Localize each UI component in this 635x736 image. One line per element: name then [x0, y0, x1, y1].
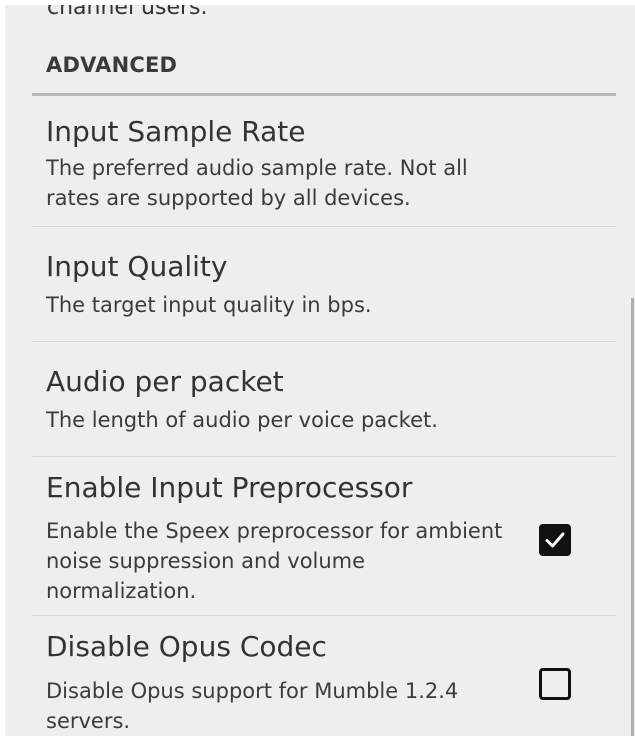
pref-summary: The length of audio per voice packet. — [46, 408, 438, 432]
pref-audio-per-packet[interactable]: Audio per packet The length of audio per… — [5, 342, 635, 456]
pref-title: Audio per packet — [46, 365, 284, 398]
settings-screen: channel users. ADVANCED Input Sample Rat… — [5, 5, 635, 736]
pref-summary: The target input quality in bps. — [46, 293, 372, 317]
pref-title: Disable Opus Codec — [46, 630, 327, 663]
pref-title: Input Sample Rate — [46, 115, 306, 148]
pref-input-sample-rate[interactable]: Input Sample Rate The preferred audio sa… — [5, 105, 635, 227]
previous-pref-summary-tail: channel users. — [47, 5, 208, 20]
pref-summary: The preferred audio sample rate. Not all… — [46, 156, 468, 210]
section-header-advanced: ADVANCED — [46, 53, 178, 77]
disable-opus-checkbox[interactable] — [539, 668, 571, 700]
pref-title: Enable Input Preprocessor — [46, 471, 413, 504]
pref-input-quality[interactable]: Input Quality The target input quality i… — [5, 227, 635, 341]
pref-summary: Enable the Speex preprocessor for ambien… — [46, 519, 503, 603]
pref-title: Input Quality — [46, 250, 228, 283]
pref-summary: Disable Opus support for Mumble 1.2.4 se… — [46, 679, 459, 733]
pref-disable-opus-codec[interactable]: Disable Opus Codec Disable Opus support … — [5, 616, 635, 736]
scrollbar[interactable] — [631, 298, 634, 736]
preprocessor-checkbox[interactable] — [539, 524, 571, 556]
section-divider — [32, 93, 616, 96]
pref-enable-input-preprocessor[interactable]: Enable Input Preprocessor Enable the Spe… — [5, 457, 635, 615]
check-icon — [545, 532, 565, 548]
